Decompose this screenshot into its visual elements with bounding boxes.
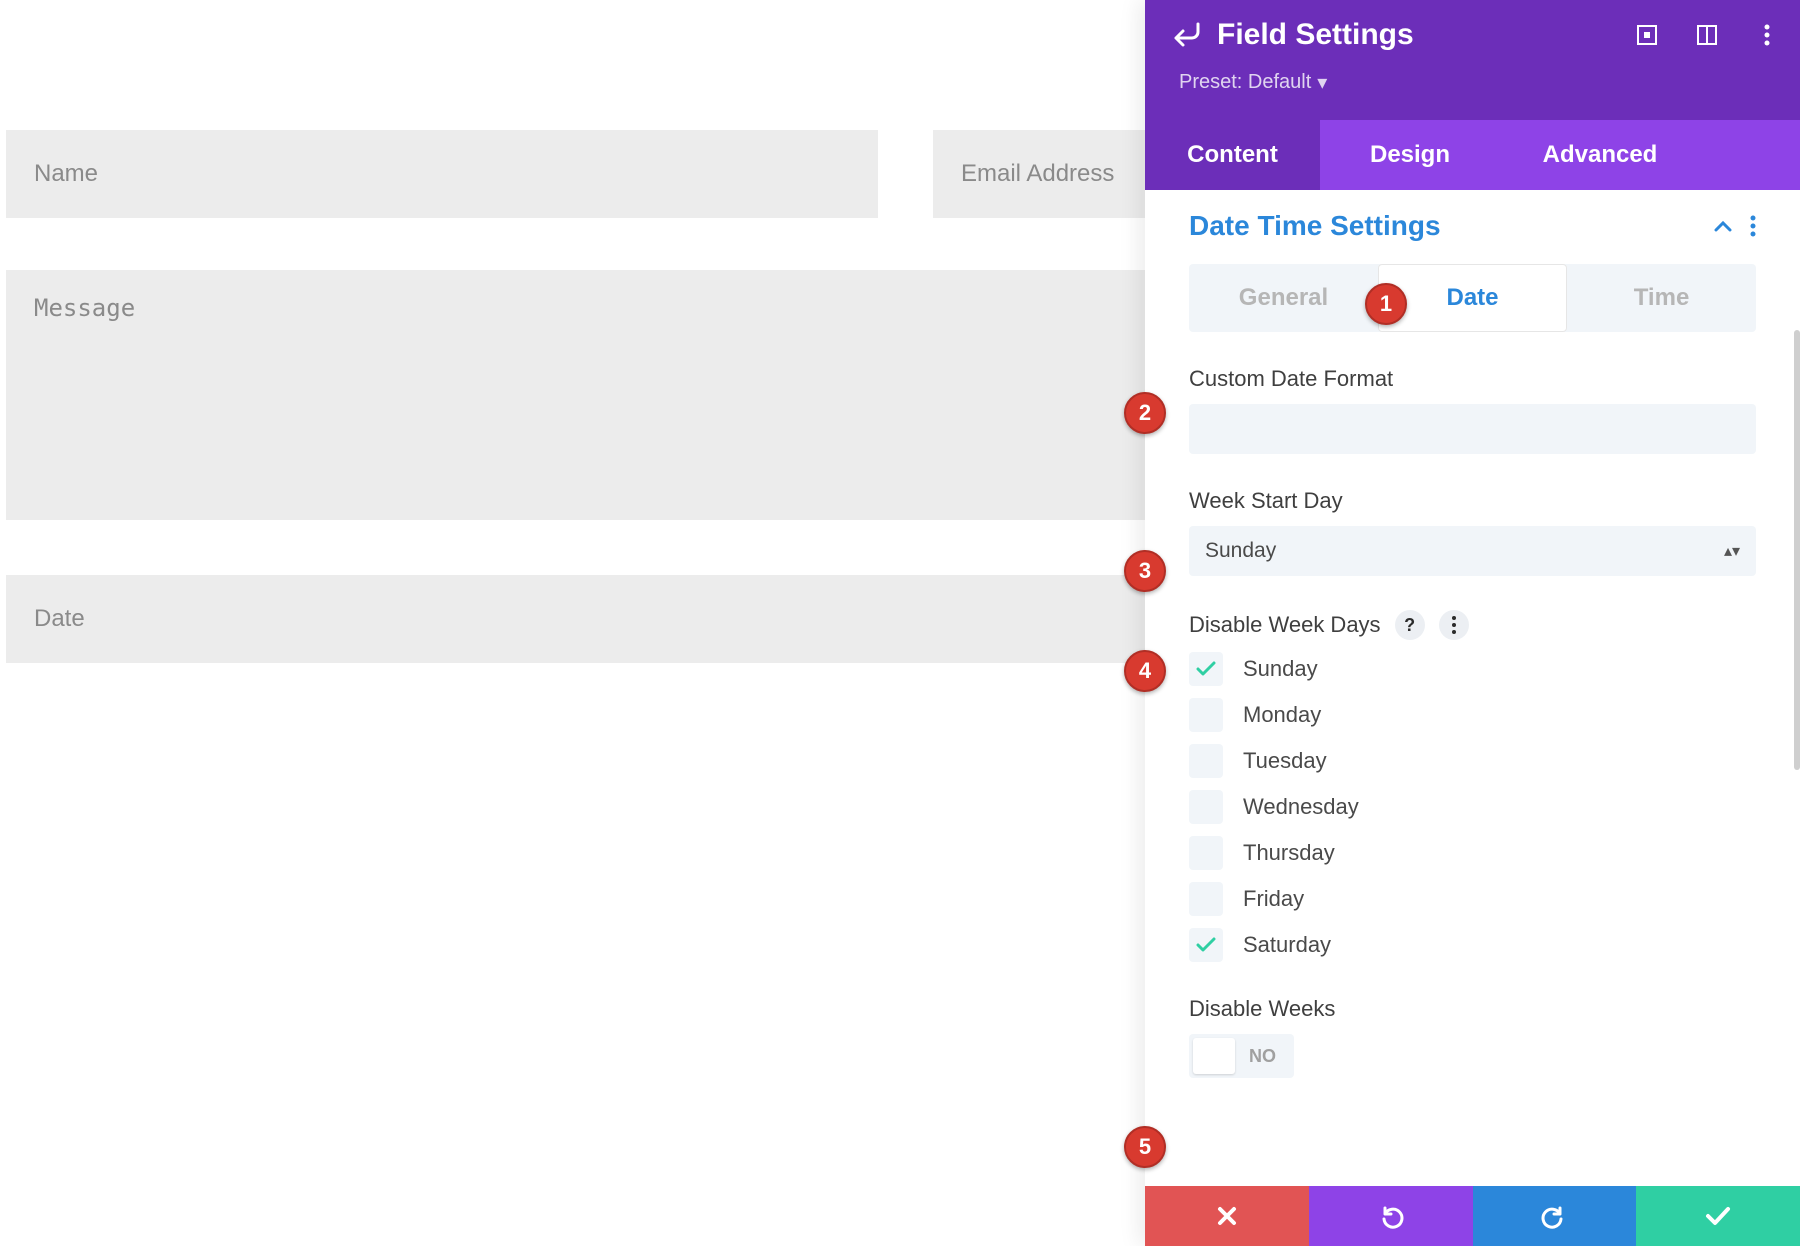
- weekday-row: Monday: [1189, 698, 1756, 732]
- weekday-label: Saturday: [1243, 932, 1331, 958]
- message-textarea[interactable]: [6, 270, 1145, 520]
- more-icon[interactable]: [1754, 22, 1780, 48]
- settings-panel: Field Settings Preset: Default ▾ Content…: [1145, 0, 1800, 1246]
- tab-content[interactable]: Content: [1145, 120, 1320, 190]
- panel-tabs: Content Design Advanced: [1145, 120, 1800, 190]
- preset-label: Preset: Default: [1179, 71, 1311, 94]
- panel-title: Field Settings: [1217, 18, 1414, 52]
- subtab-general[interactable]: General: [1189, 264, 1378, 332]
- cancel-button[interactable]: [1145, 1186, 1309, 1246]
- weekday-checkbox[interactable]: [1189, 698, 1223, 732]
- subtab-time[interactable]: Time: [1567, 264, 1756, 332]
- weekday-label: Friday: [1243, 886, 1304, 912]
- weekday-row: Friday: [1189, 882, 1756, 916]
- week-start-group: Week Start Day Sunday ▴▾: [1189, 488, 1756, 576]
- section-menu-icon[interactable]: [1750, 215, 1756, 237]
- weekday-checkbox[interactable]: [1189, 790, 1223, 824]
- weekday-label: Sunday: [1243, 656, 1318, 682]
- email-field-wrapper: [933, 130, 1145, 218]
- weekday-label: Monday: [1243, 702, 1321, 728]
- weekday-row: Sunday: [1189, 652, 1756, 686]
- custom-date-format-label: Custom Date Format: [1189, 366, 1756, 392]
- annotation-4: 4: [1124, 650, 1166, 692]
- annotation-3: 3: [1124, 550, 1166, 592]
- weekday-row: Tuesday: [1189, 744, 1756, 778]
- weekday-checkbox[interactable]: [1189, 882, 1223, 916]
- form-preview: [0, 0, 1145, 1246]
- section-title: Date Time Settings: [1189, 210, 1441, 242]
- undo-button[interactable]: [1309, 1186, 1473, 1246]
- toggle-value: NO: [1235, 1046, 1290, 1067]
- annotation-1: 1: [1365, 283, 1407, 325]
- annotation-2: 2: [1124, 392, 1166, 434]
- disable-weekdays-group: Disable Week Days ? Sunday Monday Tuesday W…: [1189, 610, 1756, 962]
- toggle-knob: [1193, 1038, 1235, 1074]
- weekday-label: Tuesday: [1243, 748, 1327, 774]
- expand-icon[interactable]: [1634, 22, 1660, 48]
- date-field-wrapper: [6, 575, 1145, 663]
- name-input[interactable]: [6, 130, 878, 218]
- scrollbar[interactable]: [1794, 330, 1800, 770]
- weekday-checkbox[interactable]: [1189, 928, 1223, 962]
- weekday-row: Thursday: [1189, 836, 1756, 870]
- week-start-select[interactable]: Sunday ▴▾: [1189, 526, 1756, 576]
- save-button[interactable]: [1636, 1186, 1800, 1246]
- tab-design[interactable]: Design: [1320, 120, 1500, 190]
- select-caret-icon: ▴▾: [1724, 541, 1740, 561]
- weekday-checkbox[interactable]: [1189, 836, 1223, 870]
- name-field-wrapper: [6, 130, 878, 218]
- preset-selector[interactable]: Preset: Default ▾: [1145, 70, 1800, 95]
- collapse-icon[interactable]: [1714, 220, 1732, 232]
- tab-advanced[interactable]: Advanced: [1500, 120, 1700, 190]
- disable-weeks-label: Disable Weeks: [1189, 996, 1756, 1022]
- email-input[interactable]: [933, 130, 1145, 218]
- annotation-5: 5: [1124, 1126, 1166, 1168]
- week-start-value: Sunday: [1205, 539, 1276, 563]
- disable-weeks-toggle[interactable]: NO: [1189, 1034, 1294, 1078]
- weekday-checkbox[interactable]: [1189, 744, 1223, 778]
- custom-date-format-input[interactable]: [1189, 404, 1756, 454]
- message-field-wrapper: [6, 270, 1145, 520]
- custom-date-format-group: Custom Date Format: [1189, 366, 1756, 454]
- panel-header: Field Settings Preset: Default ▾: [1145, 0, 1800, 120]
- help-icon[interactable]: ?: [1395, 610, 1425, 640]
- chevron-down-icon: ▾: [1317, 70, 1327, 95]
- disable-weekdays-label: Disable Week Days: [1189, 612, 1381, 638]
- weekday-checkbox[interactable]: [1189, 652, 1223, 686]
- weekday-label: Wednesday: [1243, 794, 1359, 820]
- redo-button[interactable]: [1473, 1186, 1637, 1246]
- weekday-row: Saturday: [1189, 928, 1756, 962]
- columns-icon[interactable]: [1694, 22, 1720, 48]
- action-bar: [1145, 1186, 1800, 1246]
- panel-body: Date Time Settings General Date Time Cus…: [1145, 190, 1800, 1246]
- week-start-label: Week Start Day: [1189, 488, 1756, 514]
- weekday-list: Sunday Monday Tuesday Wednesday Thursday Frid…: [1189, 652, 1756, 962]
- disable-weeks-group: Disable Weeks NO: [1189, 996, 1756, 1079]
- date-input[interactable]: [6, 575, 1145, 663]
- option-menu-icon[interactable]: [1439, 610, 1469, 640]
- weekday-row: Wednesday: [1189, 790, 1756, 824]
- subtabs: General Date Time: [1189, 264, 1756, 332]
- section-header[interactable]: Date Time Settings: [1189, 210, 1756, 242]
- weekday-label: Thursday: [1243, 840, 1335, 866]
- back-icon[interactable]: [1169, 19, 1201, 51]
